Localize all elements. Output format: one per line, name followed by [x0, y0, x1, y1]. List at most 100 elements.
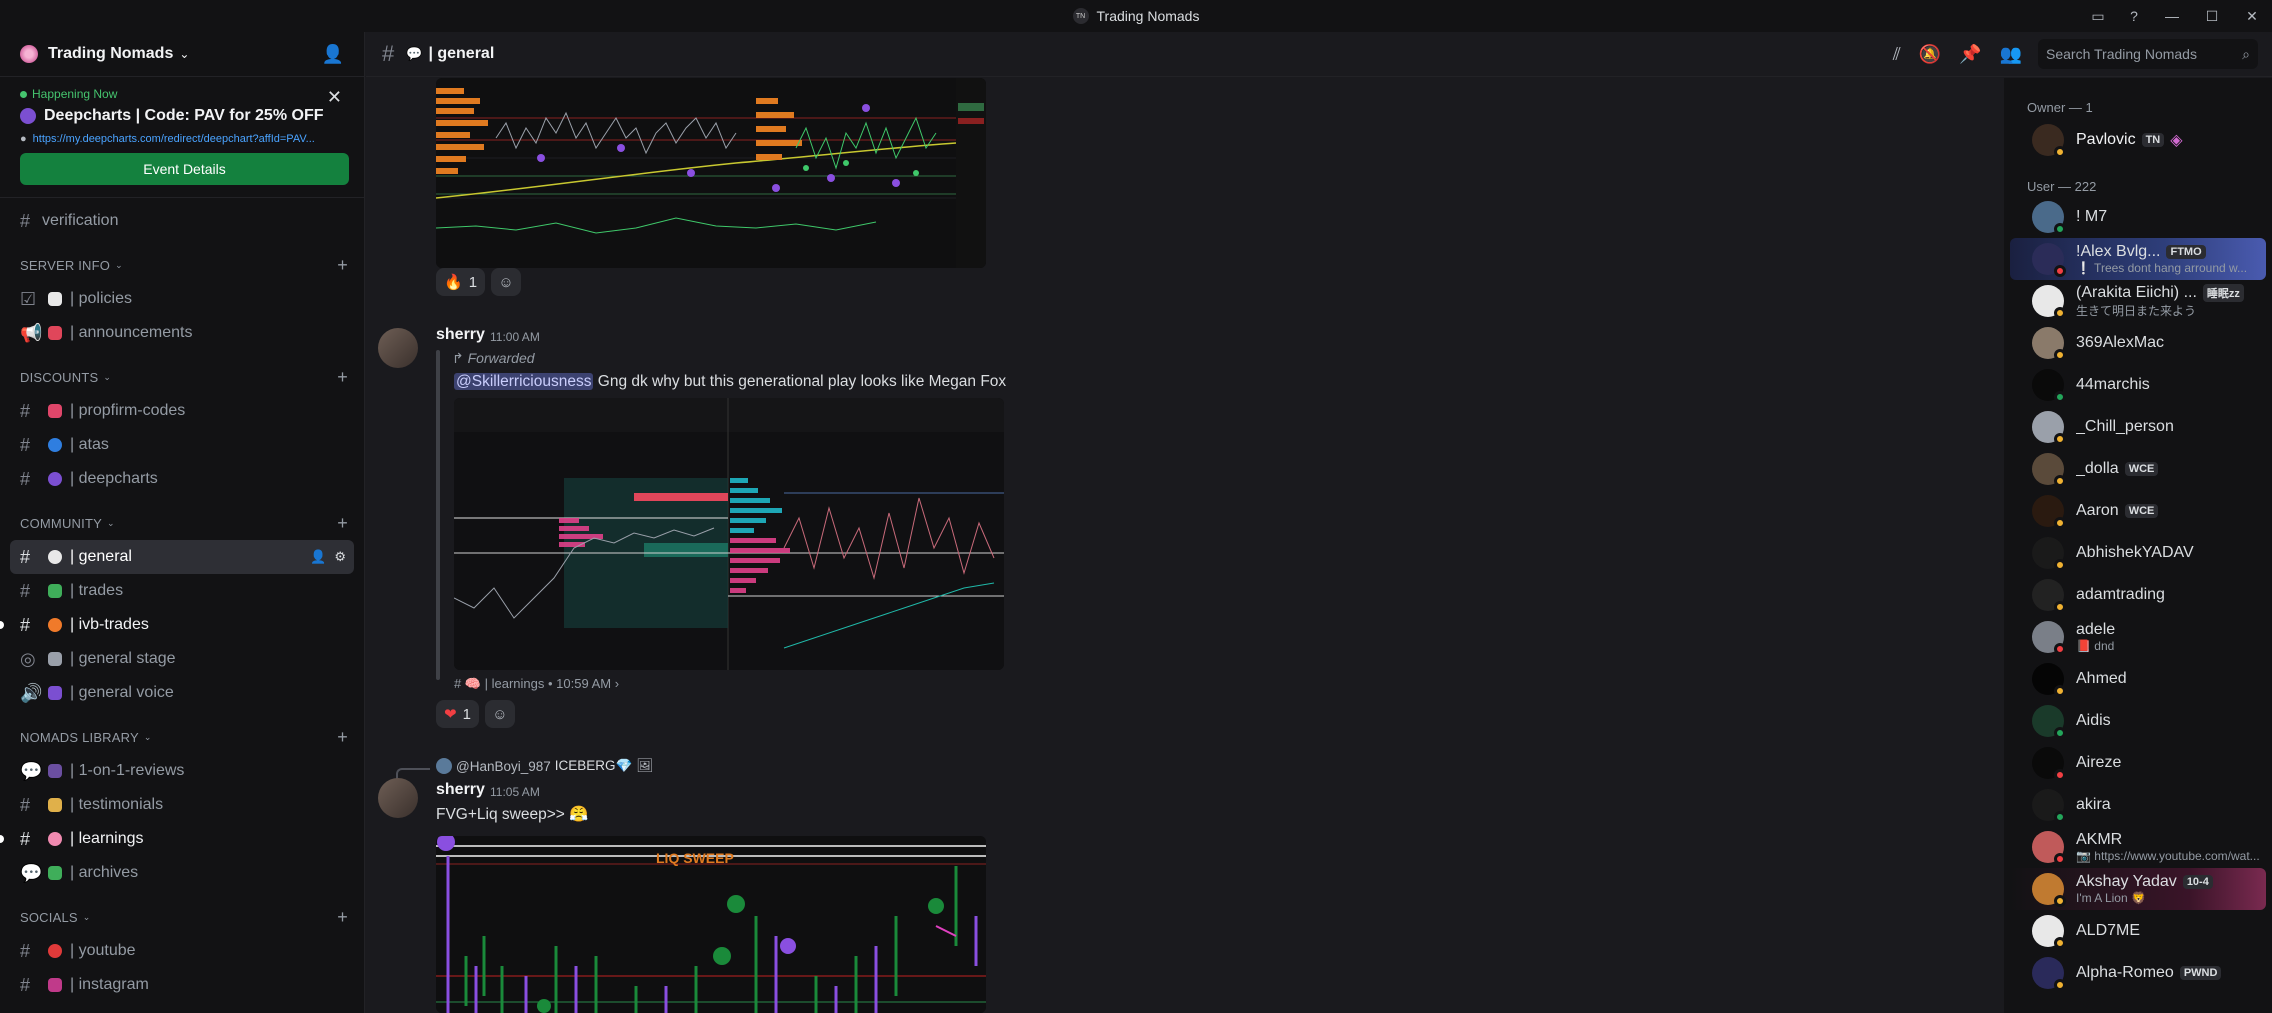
inbox-icon[interactable]: ▭	[2080, 0, 2116, 32]
message-author[interactable]: sherry	[436, 781, 485, 799]
add-channel-icon[interactable]: +	[337, 367, 348, 388]
member-row[interactable]: !Alex Bvlg... FTMO ❕ Trees dont hang arrou…	[2010, 238, 2266, 280]
member-row[interactable]: adele 📕 dnd	[2010, 616, 2266, 658]
chart-image-liq-sweep[interactable]: LIQ SWEEP	[436, 836, 986, 1013]
member-row[interactable]: Alpha-Romeo PWND	[2010, 952, 2266, 994]
channel-instagram[interactable]: # | instagram	[10, 968, 354, 1002]
member-row[interactable]: Aidis	[2010, 700, 2266, 742]
member-name: !Alex Bvlg...	[2076, 243, 2161, 260]
member-row[interactable]: Akshay Yadav 10-4 I'm A Lion 🦁	[2010, 868, 2266, 910]
member-row[interactable]: adamtrading	[2010, 574, 2266, 616]
member-row[interactable]: 369AlexMac	[2010, 322, 2266, 364]
member-row[interactable]: akira	[2010, 784, 2266, 826]
channel-archives[interactable]: 💬 | archives	[10, 856, 354, 890]
chart-image-forwarded[interactable]	[454, 398, 1004, 670]
camera-emoji-icon	[48, 978, 62, 992]
member-row[interactable]: Ahmed	[2010, 658, 2266, 700]
channel-deepcharts[interactable]: # | deepcharts	[10, 462, 354, 496]
message-author[interactable]: sherry	[436, 326, 485, 344]
member-row[interactable]: Aireze	[2010, 742, 2266, 784]
channel-ivb-trades[interactable]: # | ivb-trades	[0, 608, 354, 642]
forward-source[interactable]: # 🧠 | learnings • 10:59 AM ›	[454, 676, 619, 692]
invite-icon[interactable]: 👤	[310, 549, 326, 565]
message-list: 🔥 1 ☺ sherry 11:00 AM ↱ Forwarded @Skille…	[366, 78, 2004, 1013]
member-name: adamtrading	[2076, 586, 2165, 603]
status-indicator	[2054, 349, 2066, 361]
threads-icon[interactable]: ⫽	[1893, 44, 1901, 65]
search-input[interactable]	[2046, 46, 2226, 62]
member-owner[interactable]: Pavlovic TN ◈	[2010, 119, 2266, 161]
member-row[interactable]: ALD7ME	[2010, 910, 2266, 952]
gear-icon[interactable]: ⚙	[334, 549, 346, 565]
category-server-info[interactable]: SERVER INFO ⌄ +	[10, 248, 354, 282]
channel-1-on-1-reviews[interactable]: 💬 | 1-on-1-reviews	[10, 754, 354, 788]
user-mention[interactable]: @Skillerriciousness	[454, 373, 594, 390]
event-link[interactable]: ● https://my.deepcharts.com/redirect/deep…	[20, 133, 344, 145]
channel-general-voice[interactable]: 🔊 | general voice	[10, 676, 354, 710]
channel-general-stage[interactable]: ◎ | general stage	[10, 642, 354, 676]
close-window-button[interactable]: ✕	[2232, 0, 2272, 32]
event-title: Deepcharts | Code: PAV for 25% OFF	[20, 107, 344, 125]
event-details-button[interactable]: Event Details	[20, 153, 349, 185]
invite-people-icon[interactable]: 👤	[322, 44, 344, 65]
minimize-button[interactable]: —	[2152, 0, 2192, 32]
help-icon[interactable]: ?	[2116, 0, 2152, 32]
notification-muted-icon[interactable]: 🔕	[1919, 44, 1941, 65]
member-row[interactable]: AbhishekYADAV	[2010, 532, 2266, 574]
maximize-button[interactable]: ☐	[2192, 0, 2232, 32]
chevron-down-icon: ⌄	[143, 731, 152, 742]
member-row[interactable]: (Arakita Eiichi) ... 睡眠zz 生きて明日また来よう	[2010, 280, 2266, 322]
category-community[interactable]: COMMUNITY ⌄ +	[10, 506, 354, 540]
member-name: Aireze	[2076, 754, 2122, 771]
add-channel-icon[interactable]: +	[337, 255, 348, 276]
forwarded-label: ↱ Forwarded	[452, 350, 535, 366]
category-socials[interactable]: SOCIALS ⌄ +	[10, 900, 354, 934]
server-tag: WCE	[2124, 504, 2159, 518]
message-text: @Skillerriciousness Gng dk why but this …	[454, 373, 1007, 390]
category-discounts[interactable]: DISCOUNTS ⌄ +	[10, 360, 354, 394]
avatar	[2032, 915, 2066, 949]
channel-policies[interactable]: ☑ | policies	[10, 282, 354, 316]
avatar[interactable]	[378, 778, 418, 818]
member-row[interactable]: _Chill_person	[2010, 406, 2266, 448]
reply-context[interactable]: @HanBoyi_987 ICEBERG💎 🖼	[436, 758, 653, 774]
search-box[interactable]: ⌕	[2038, 39, 2258, 69]
channel-youtube[interactable]: # | youtube	[10, 934, 354, 968]
avatar	[2032, 327, 2066, 361]
channel-learnings[interactable]: # | learnings	[0, 822, 354, 856]
member-name: AbhishekYADAV	[2076, 544, 2194, 561]
reaction-heart[interactable]: ❤ 1	[436, 700, 479, 728]
member-name: Akshay Yadav	[2076, 873, 2177, 890]
member-name: ALD7ME	[2076, 922, 2141, 939]
hash-icon: #	[20, 794, 31, 815]
avatar	[2032, 285, 2066, 319]
channel-propfirm-codes[interactable]: # | propfirm-codes	[10, 394, 354, 428]
channel-atas[interactable]: # | atas	[10, 428, 354, 462]
add-channel-icon[interactable]: +	[337, 907, 348, 928]
member-row[interactable]: AKMR 📷 https://www.youtube.com/wat...	[2010, 826, 2266, 868]
channel-announcements[interactable]: 📢 | announcements	[10, 316, 354, 350]
add-reaction-button[interactable]: ☺	[484, 700, 515, 728]
hash-icon: #	[20, 940, 31, 961]
channel-trades[interactable]: # | trades	[10, 574, 354, 608]
pin-icon[interactable]: 📌	[1959, 44, 1981, 65]
add-channel-icon[interactable]: +	[337, 513, 348, 534]
member-list-icon[interactable]: 👥	[2000, 44, 2022, 65]
channel-verification[interactable]: # verification	[10, 204, 354, 238]
server-header[interactable]: Trading Nomads ⌄ 👤	[0, 32, 364, 77]
close-icon[interactable]: ✕	[327, 87, 342, 108]
member-row[interactable]: ! M7	[2010, 196, 2266, 238]
reaction-fire[interactable]: 🔥 1	[436, 268, 486, 296]
member-row[interactable]: Aaron WCE	[2010, 490, 2266, 532]
add-channel-icon[interactable]: +	[337, 727, 348, 748]
channel-general[interactable]: # | general 👤 ⚙	[10, 540, 354, 574]
category-nomads-library[interactable]: NOMADS LIBRARY ⌄ +	[10, 720, 354, 754]
add-reaction-button[interactable]: ☺	[491, 268, 522, 296]
avatar	[2032, 873, 2066, 907]
member-row[interactable]: 44marchis	[2010, 364, 2266, 406]
member-row[interactable]: _dolla WCE	[2010, 448, 2266, 490]
channel-testimonials[interactable]: # | testimonials	[10, 788, 354, 822]
avatar[interactable]	[378, 328, 418, 368]
chart-image-top[interactable]	[436, 78, 986, 268]
avatar	[2032, 201, 2066, 235]
